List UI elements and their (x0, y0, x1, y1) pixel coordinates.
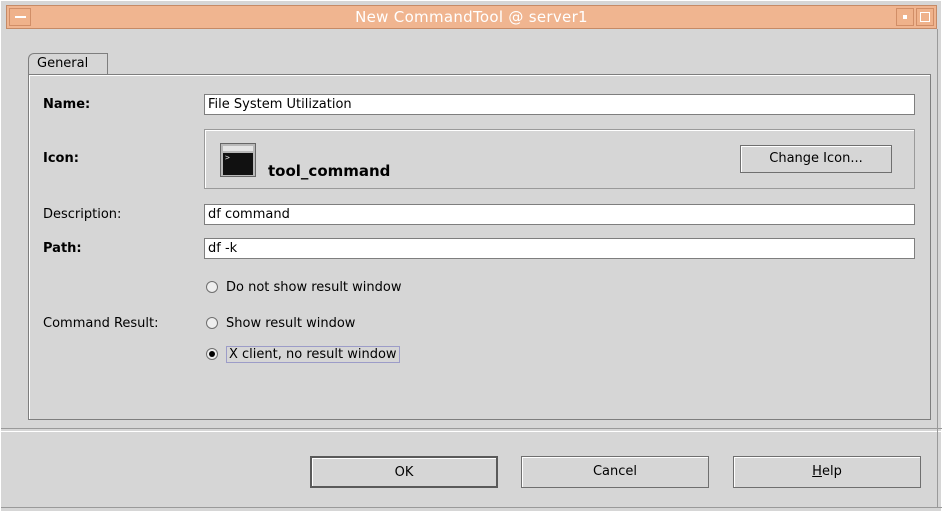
help-label-rest: elp (821, 464, 842, 479)
help-button[interactable]: Help (733, 456, 921, 488)
minimize-icon (903, 15, 907, 19)
cancel-button[interactable]: Cancel (521, 456, 709, 488)
command-result-label: Command Result: (43, 316, 159, 331)
description-label: Description: (43, 207, 122, 222)
title-bar[interactable]: New CommandTool @ server1 (6, 5, 937, 29)
name-label: Name: (43, 97, 91, 112)
window-title: New CommandTool @ server1 (355, 8, 588, 26)
radio-label: Do not show result window (226, 279, 402, 295)
dialog-window: New CommandTool @ server1 General Name: … (0, 0, 942, 511)
radio-label: Show result window (226, 315, 356, 331)
window-frame-bottom (1, 507, 942, 508)
radio-checked-icon (206, 348, 218, 360)
maximize-icon (920, 12, 930, 22)
maximize-button[interactable] (916, 8, 934, 26)
button-separator (1, 428, 942, 432)
tab-general[interactable]: General (28, 53, 108, 75)
icon-box: > tool_command Change Icon... (204, 129, 915, 189)
radio-unchecked-icon (206, 281, 218, 293)
icon-label: Icon: (43, 151, 79, 166)
terminal-window-icon: > (220, 143, 256, 177)
path-label: Path: (43, 241, 82, 256)
name-field[interactable]: File System Utilization (204, 94, 915, 115)
path-field[interactable]: df -k (204, 238, 915, 259)
radio-label: X client, no result window (226, 345, 400, 363)
radio-x-client[interactable]: X client, no result window (206, 343, 400, 365)
radio-show-result[interactable]: Show result window (206, 312, 355, 334)
radio-do-not-show[interactable]: Do not show result window (206, 276, 401, 298)
icon-name: tool_command (268, 162, 391, 180)
radio-unchecked-icon (206, 317, 218, 329)
help-mnemonic: H (812, 464, 822, 479)
change-icon-button[interactable]: Change Icon... (740, 145, 892, 173)
ok-button[interactable]: OK (310, 456, 498, 488)
minimize-button[interactable] (896, 8, 914, 26)
window-frame (937, 29, 938, 507)
description-field[interactable]: df command (204, 204, 915, 225)
